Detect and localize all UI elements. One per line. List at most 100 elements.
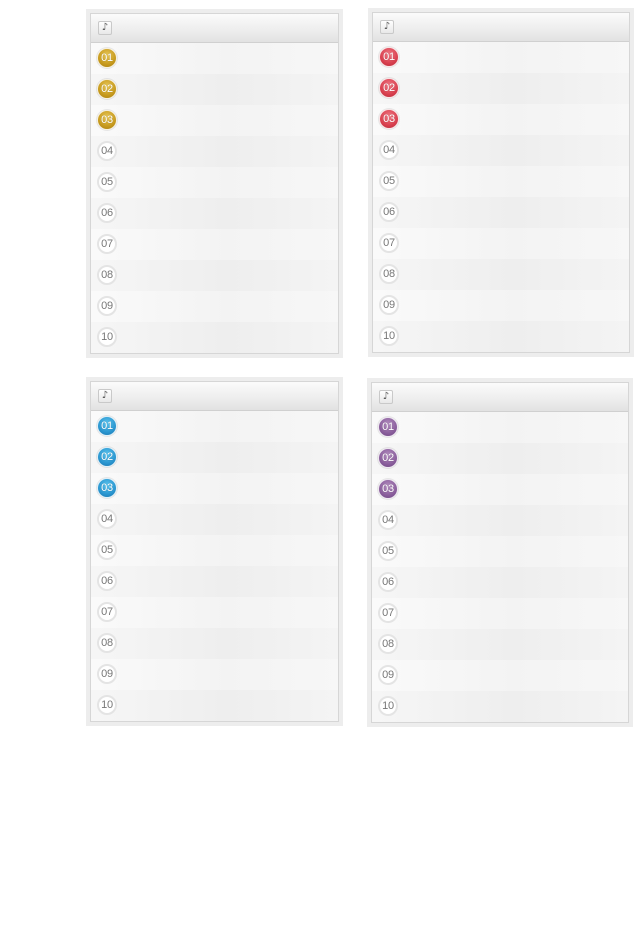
rank-badge: 03 (97, 110, 117, 130)
rank-badge: 07 (97, 602, 117, 622)
list-item[interactable]: 06 (91, 566, 338, 597)
rank-badge: 03 (97, 478, 117, 498)
rank-badge: 02 (378, 448, 398, 468)
rank-badge: 08 (97, 633, 117, 653)
panel-body: ♪ 01 02 03 04 05 06 07 08 09 10 (90, 13, 339, 354)
list-item[interactable]: 09 (91, 659, 338, 690)
ranking-list: 01 02 03 04 05 06 07 08 09 10 (372, 412, 628, 722)
list-item[interactable]: 06 (372, 567, 628, 598)
rank-badge: 07 (379, 233, 399, 253)
ranking-panel-red: ♪ 01 02 03 04 05 06 07 08 09 10 (368, 8, 634, 357)
list-item[interactable]: 02 (372, 443, 628, 474)
list-item[interactable]: 09 (91, 291, 338, 322)
list-item[interactable]: 03 (373, 104, 629, 135)
rank-badge: 08 (378, 634, 398, 654)
ranking-list: 01 02 03 04 05 06 07 08 09 10 (91, 411, 338, 721)
rank-badge: 02 (97, 447, 117, 467)
rank-badge: 01 (378, 417, 398, 437)
rank-badge: 05 (378, 541, 398, 561)
rank-badge: 09 (97, 664, 117, 684)
panel-body: ♪ 01 02 03 04 05 06 07 08 09 10 (90, 381, 339, 722)
list-item[interactable]: 04 (373, 135, 629, 166)
rank-badge: 01 (97, 416, 117, 436)
rank-badge: 10 (97, 327, 117, 347)
list-item[interactable]: 07 (373, 228, 629, 259)
rank-badge: 09 (378, 665, 398, 685)
rank-badge: 08 (97, 265, 117, 285)
list-item[interactable]: 07 (91, 229, 338, 260)
list-item[interactable]: 10 (91, 322, 338, 353)
ranking-panel-gold: ♪ 01 02 03 04 05 06 07 08 09 10 (86, 9, 343, 358)
panel-header: ♪ (372, 383, 628, 412)
rank-badge: 04 (379, 140, 399, 160)
list-item[interactable]: 06 (91, 198, 338, 229)
ranking-list: 01 02 03 04 05 06 07 08 09 10 (373, 42, 629, 352)
list-item[interactable]: 10 (373, 321, 629, 352)
rank-badge: 03 (379, 109, 399, 129)
list-item[interactable]: 01 (372, 412, 628, 443)
rank-badge: 07 (378, 603, 398, 623)
music-note-icon: ♪ (380, 20, 394, 34)
rank-badge: 02 (97, 79, 117, 99)
list-item[interactable]: 03 (372, 474, 628, 505)
rank-badge: 01 (97, 48, 117, 68)
list-item[interactable]: 01 (373, 42, 629, 73)
rank-badge: 09 (97, 296, 117, 316)
rank-badge: 06 (378, 572, 398, 592)
list-item[interactable]: 08 (91, 260, 338, 291)
list-item[interactable]: 08 (91, 628, 338, 659)
rank-badge: 08 (379, 264, 399, 284)
list-item[interactable]: 06 (373, 197, 629, 228)
panel-body: ♪ 01 02 03 04 05 06 07 08 09 10 (372, 12, 630, 353)
list-item[interactable]: 01 (91, 43, 338, 74)
list-item[interactable]: 02 (91, 74, 338, 105)
rank-badge: 02 (379, 78, 399, 98)
ranking-panel-purple: ♪ 01 02 03 04 05 06 07 08 09 10 (367, 378, 633, 727)
list-item[interactable]: 02 (373, 73, 629, 104)
panel-header: ♪ (91, 382, 338, 411)
list-item[interactable]: 05 (91, 535, 338, 566)
rank-badge: 04 (97, 509, 117, 529)
rank-badge: 10 (97, 695, 117, 715)
rank-badge: 06 (97, 203, 117, 223)
panel-header: ♪ (91, 14, 338, 43)
rank-badge: 05 (97, 172, 117, 192)
list-item[interactable]: 09 (373, 290, 629, 321)
rank-badge: 07 (97, 234, 117, 254)
rank-badge: 06 (379, 202, 399, 222)
rank-badge: 03 (378, 479, 398, 499)
list-item[interactable]: 02 (91, 442, 338, 473)
ranking-list: 01 02 03 04 05 06 07 08 09 10 (91, 43, 338, 353)
list-item[interactable]: 07 (372, 598, 628, 629)
rank-badge: 01 (379, 47, 399, 67)
list-item[interactable]: 08 (372, 629, 628, 660)
rank-badge: 10 (379, 326, 399, 346)
panel-header: ♪ (373, 13, 629, 42)
list-item[interactable]: 10 (91, 690, 338, 721)
list-item[interactable]: 03 (91, 105, 338, 136)
rank-badge: 09 (379, 295, 399, 315)
rank-badge: 05 (97, 540, 117, 560)
music-note-icon: ♪ (98, 389, 112, 403)
list-item[interactable]: 07 (91, 597, 338, 628)
rank-badge: 10 (378, 696, 398, 716)
ranking-panel-blue: ♪ 01 02 03 04 05 06 07 08 09 10 (86, 377, 343, 726)
list-item[interactable]: 03 (91, 473, 338, 504)
list-item[interactable]: 05 (91, 167, 338, 198)
music-note-icon: ♪ (98, 21, 112, 35)
rank-badge: 04 (97, 141, 117, 161)
rank-badge: 04 (378, 510, 398, 530)
list-item[interactable]: 01 (91, 411, 338, 442)
rank-badge: 06 (97, 571, 117, 591)
panel-body: ♪ 01 02 03 04 05 06 07 08 09 10 (371, 382, 629, 723)
music-note-icon: ♪ (379, 390, 393, 404)
list-item[interactable]: 05 (373, 166, 629, 197)
list-item[interactable]: 04 (91, 136, 338, 167)
list-item[interactable]: 05 (372, 536, 628, 567)
list-item[interactable]: 04 (91, 504, 338, 535)
list-item[interactable]: 08 (373, 259, 629, 290)
list-item[interactable]: 04 (372, 505, 628, 536)
rank-badge: 05 (379, 171, 399, 191)
list-item[interactable]: 09 (372, 660, 628, 691)
list-item[interactable]: 10 (372, 691, 628, 722)
